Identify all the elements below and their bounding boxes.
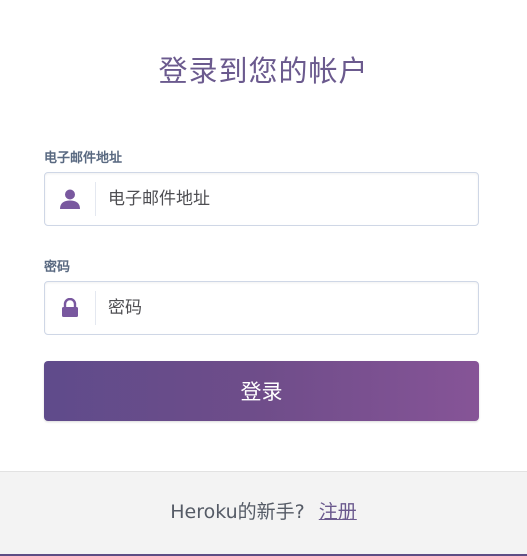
email-label: 电子邮件地址 bbox=[44, 151, 123, 166]
login-button[interactable]: 登录 bbox=[44, 361, 479, 421]
input-divider bbox=[95, 182, 96, 216]
user-icon bbox=[45, 173, 95, 225]
password-input[interactable] bbox=[108, 282, 468, 334]
lock-icon bbox=[45, 282, 95, 334]
email-field-group[interactable] bbox=[44, 172, 479, 226]
email-input[interactable] bbox=[108, 173, 468, 225]
password-field-group[interactable] bbox=[44, 281, 479, 335]
login-card: 登录到您的帐户 电子邮件地址 密码 登录 bbox=[0, 0, 527, 471]
signup-link[interactable]: 注册 bbox=[319, 501, 357, 523]
signup-footer: Heroku的新手? 注册 bbox=[0, 471, 527, 556]
new-user-prompt: Heroku的新手? bbox=[170, 501, 305, 523]
input-divider bbox=[95, 291, 96, 325]
page-title: 登录到您的帐户 bbox=[158, 54, 369, 88]
password-label: 密码 bbox=[44, 260, 71, 275]
